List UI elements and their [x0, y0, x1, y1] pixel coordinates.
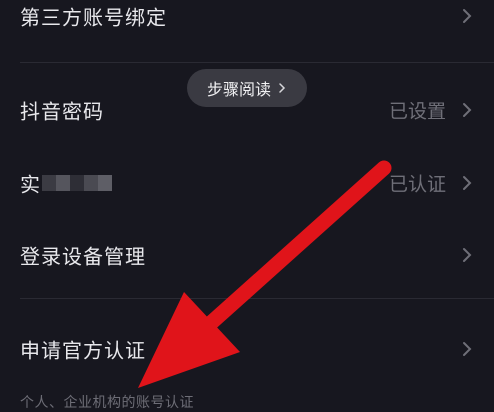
official-verification-hint: 个人、企业机构的账号认证 — [20, 395, 194, 411]
settings-row-value: 已设置 — [388, 100, 446, 123]
chevron-right-icon — [463, 103, 472, 117]
settings-row-label: 登录设备管理 — [20, 244, 146, 269]
chevron-right-icon — [463, 342, 472, 356]
settings-row-label: 实 — [20, 172, 41, 197]
settings-row-label: 申请官方认证 — [20, 338, 146, 363]
privacy-blur — [42, 175, 112, 191]
settings-row-third-party-binding[interactable]: 第三方账号绑定 — [0, 0, 494, 43]
settings-row-official-verification[interactable]: 申请官方认证 — [0, 322, 494, 376]
chevron-right-icon — [463, 176, 472, 190]
chevron-right-icon — [463, 9, 472, 23]
settings-row-value: 已认证 — [388, 173, 446, 196]
step-reading-button[interactable]: 步骤阅读 — [187, 69, 307, 107]
settings-row-label: 抖音密码 — [20, 99, 104, 124]
step-reading-label: 步骤阅读 — [206, 80, 271, 99]
chevron-right-icon — [463, 248, 472, 262]
chevron-right-icon — [279, 83, 286, 93]
settings-row-real-name-verification[interactable]: 实 已认证 — [0, 156, 494, 210]
settings-row-login-device-management[interactable]: 登录设备管理 — [0, 228, 494, 282]
account-settings-screen: 第三方账号绑定 抖音密码 已设置 实 已认证 登录设备管理 申请官方认证 个人、… — [0, 0, 494, 411]
divider — [20, 298, 494, 299]
divider — [20, 62, 494, 63]
settings-row-label: 第三方账号绑定 — [20, 5, 167, 30]
